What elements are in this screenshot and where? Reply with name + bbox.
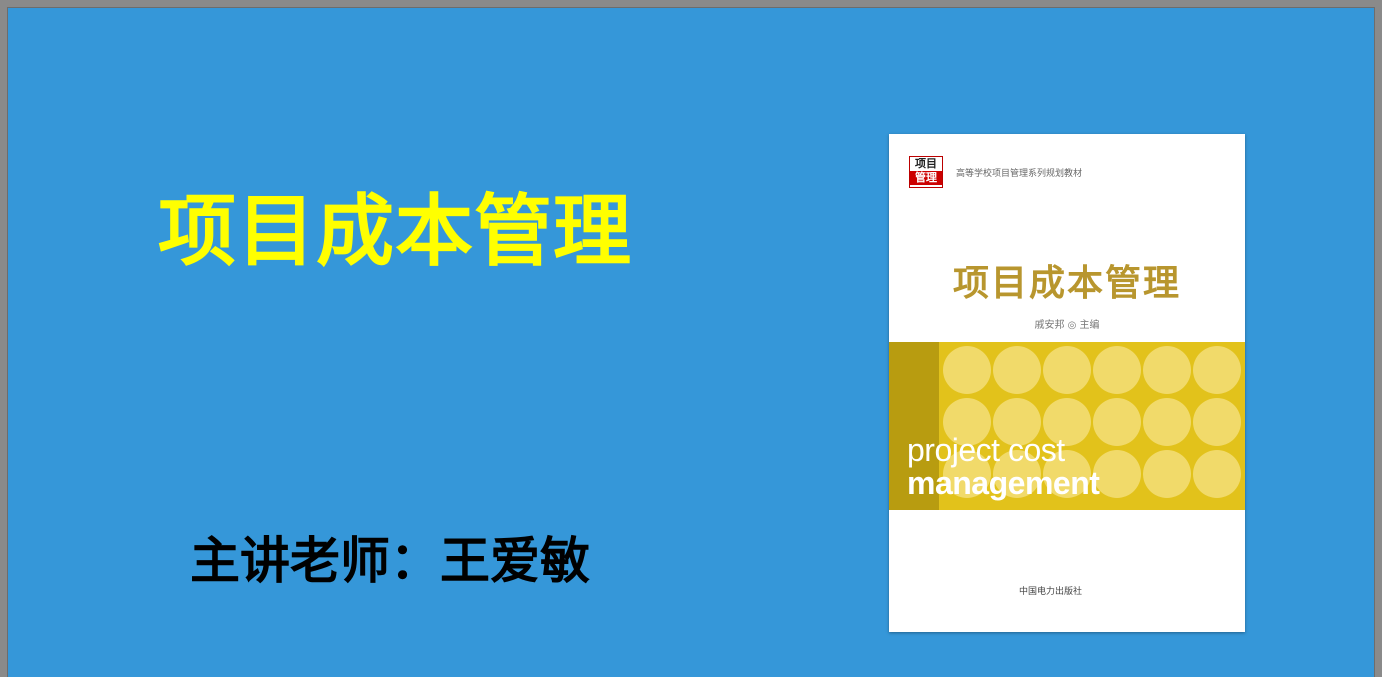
- slide-title: 项目成本管理: [158, 187, 633, 277]
- series-name: 高等学校项目管理系列规划教材: [956, 169, 1083, 179]
- book-cover: 项目 管理 高等学校项目管理系列规划教材 项目成本管理 戚安邦 ◎ 主编 pro…: [889, 134, 1245, 632]
- series-logo-bottom: 管理: [910, 171, 942, 185]
- series-logo: 项目 管理: [909, 156, 943, 188]
- lecturer-name: 主讲老师：王爱敏: [190, 532, 590, 590]
- series-logo-top: 项目: [915, 157, 937, 170]
- english-title-line2: management: [907, 465, 1100, 501]
- book-title: 项目成本管理: [952, 262, 1181, 304]
- publisher-name: 中国电力出版社: [1019, 587, 1083, 597]
- book-author: 戚安邦 ◎ 主编: [1034, 320, 1100, 331]
- english-title-line1: project cost: [907, 432, 1065, 468]
- slide: 项目成本管理 主讲老师：王爱敏 项目 管理 高等学校项目管理系列规划教材 项目成…: [8, 8, 1374, 677]
